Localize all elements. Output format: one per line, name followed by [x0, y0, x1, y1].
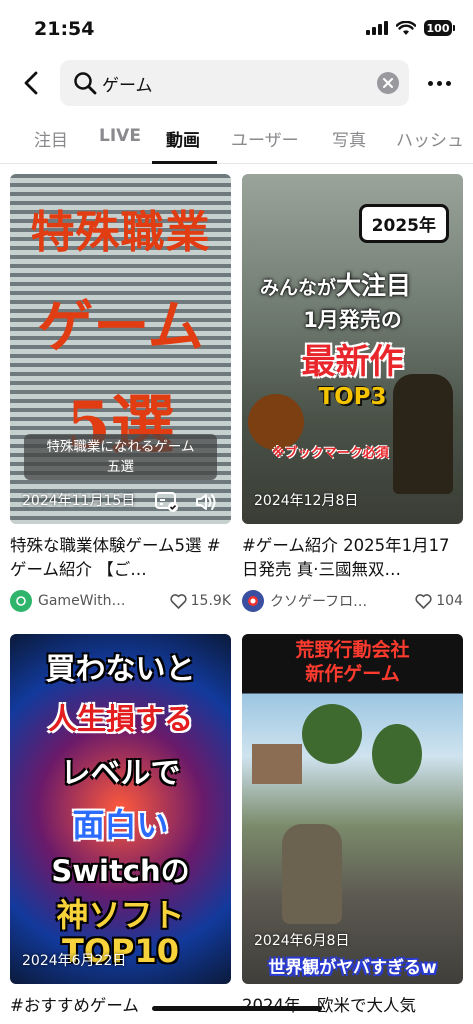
- subtitles-icon[interactable]: [155, 492, 179, 512]
- tab-videos[interactable]: 動画: [166, 126, 200, 151]
- tree-image: [372, 724, 422, 784]
- home-indicator[interactable]: [152, 1006, 322, 1011]
- thumbnail-text: みんなが大注目: [260, 271, 412, 300]
- search-tabs: 注目 LIVE 動画 ユーザー 写真 ハッシュ: [0, 116, 473, 164]
- thumbnail-text: Switchの: [51, 854, 190, 888]
- tree-image: [302, 704, 362, 764]
- video-date: 2024年6月22日: [22, 953, 127, 969]
- status-bar: 21:54 100: [0, 0, 473, 58]
- video-caption[interactable]: 特殊な職業体験ゲーム5選 #ゲーム紹介 【ご…: [10, 534, 231, 582]
- tab-users[interactable]: ユーザー: [231, 126, 299, 151]
- video-card[interactable]: 荒野行動会社 新作ゲーム 2024年6月8日 世界観がヤバすぎるw 2024年 欧…: [242, 634, 463, 1024]
- thumbnail-text: 神ソフト: [56, 896, 185, 934]
- thumbnail-text: 2025年: [358, 204, 449, 243]
- thumbnail-text: レベルで: [60, 756, 181, 791]
- cellular-signal-icon: [366, 21, 388, 35]
- thumbnail-text: 荒野行動会社 新作ゲーム: [295, 639, 410, 685]
- like-count: 15.9K: [170, 593, 231, 609]
- thumbnail-text: 1月発売の: [303, 308, 402, 332]
- tab-photos[interactable]: 写真: [332, 126, 366, 151]
- back-button[interactable]: [16, 68, 46, 98]
- heart-icon: [170, 593, 187, 609]
- video-thumbnail[interactable]: 2025年 みんなが大注目 1月発売の 最新作 TOP3 ※ブックマーク必須 2…: [242, 174, 463, 524]
- status-icons: 100: [366, 20, 455, 36]
- video-date: 2024年11月15日: [22, 493, 136, 509]
- video-caption[interactable]: #ゲーム紹介 2025年1月17日発売 真·三國無双…: [242, 534, 463, 582]
- like-count: 104: [415, 593, 463, 609]
- character-image: [393, 374, 453, 494]
- search-header: ゲーム: [0, 60, 473, 106]
- search-icon: [72, 70, 98, 96]
- video-card[interactable]: 2025年 みんなが大注目 1月発売の 最新作 TOP3 ※ブックマーク必須 2…: [242, 174, 463, 614]
- close-icon: [383, 78, 393, 88]
- search-query-text[interactable]: ゲーム: [102, 71, 377, 96]
- like-count-value: 104: [436, 593, 463, 609]
- author-name[interactable]: クソゲーフロ…: [270, 591, 415, 611]
- avatar[interactable]: [242, 590, 264, 612]
- thumbnail-subtitle: 特殊職業になれるゲーム 五選: [24, 434, 217, 480]
- video-date: 2024年12月8日: [254, 493, 359, 509]
- tab-live[interactable]: LIVE: [99, 126, 141, 146]
- character-image: [282, 824, 342, 924]
- status-time: 21:54: [34, 18, 95, 40]
- thumbnail-text: 特殊職業: [30, 207, 211, 258]
- like-count-value: 15.9K: [190, 593, 231, 609]
- battery-level: 100: [424, 20, 452, 36]
- tab-featured[interactable]: 注目: [34, 126, 68, 151]
- video-date: 2024年6月8日: [254, 933, 350, 949]
- avatar[interactable]: [10, 590, 32, 612]
- chevron-left-icon: [24, 71, 38, 95]
- video-card[interactable]: 買わないと 人生損する レベルで 面白い Switchの 神ソフト TOP10 …: [10, 634, 231, 1024]
- thumbnail-text: ゲーム: [37, 294, 204, 360]
- thumbnail-text: 買わないと: [45, 652, 196, 687]
- thumbnail-text: ※ブックマーク必須: [272, 446, 389, 461]
- search-input[interactable]: ゲーム: [60, 60, 409, 106]
- tab-hashtags[interactable]: ハッシュ: [396, 126, 464, 151]
- thumbnail-text: 人生損する: [47, 702, 193, 736]
- video-thumbnail[interactable]: 荒野行動会社 新作ゲーム 2024年6月8日 世界観がヤバすぎるw: [242, 634, 463, 984]
- video-thumbnail[interactable]: 買わないと 人生損する レベルで 面白い Switchの 神ソフト TOP10 …: [10, 634, 231, 984]
- active-tab-indicator: [152, 161, 217, 164]
- more-options-button[interactable]: [421, 70, 457, 96]
- wifi-icon: [396, 20, 416, 35]
- video-card[interactable]: 特殊職業 ゲーム 5選 特殊職業になれるゲーム 五選 2024年11月15日 特…: [10, 174, 231, 614]
- volume-icon[interactable]: [195, 492, 219, 512]
- heart-icon: [415, 593, 432, 609]
- author-name[interactable]: GameWith…: [38, 593, 170, 609]
- house-image: [252, 744, 302, 784]
- thumbnail-text: 面白い: [72, 806, 169, 844]
- clear-search-button[interactable]: [377, 72, 399, 94]
- thumbnail-text: 世界観がヤバすぎるw: [268, 958, 437, 978]
- video-thumbnail[interactable]: 特殊職業 ゲーム 5選 特殊職業になれるゲーム 五選 2024年11月15日: [10, 174, 231, 524]
- battery-icon: 100: [424, 20, 455, 36]
